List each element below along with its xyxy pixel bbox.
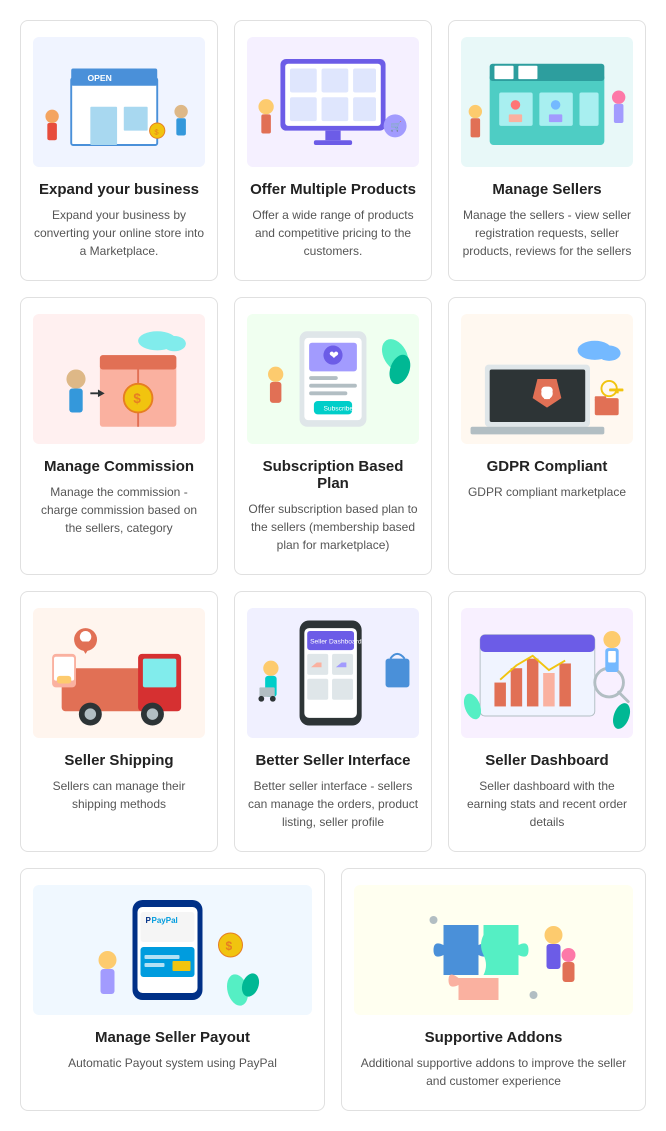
card-title-gdpr: GDPR Compliant xyxy=(461,458,633,475)
card-offer-products: 🛒 Offer Multiple Products Offer a wide r… xyxy=(234,20,432,281)
card-desc-sellers: Manage the sellers - view seller registr… xyxy=(461,206,633,260)
card-title-expand: Expand your business xyxy=(33,181,205,198)
card-desc-commission: Manage the commission - charge commissio… xyxy=(33,483,205,537)
svg-text:PayPal: PayPal xyxy=(152,916,178,925)
card-gdpr: GDPR Compliant GDPR compliant marketplac… xyxy=(448,297,646,575)
card-image-products: 🛒 xyxy=(247,37,419,167)
card-image-dashboard xyxy=(461,608,633,738)
card-manage-payout: P PayPal $ Mana xyxy=(20,868,325,1111)
svg-text:Seller Dashboard: Seller Dashboard xyxy=(310,638,362,645)
svg-text:BUY: BUY xyxy=(79,90,93,97)
card-manage-sellers: Manage Sellers Manage the sellers - view… xyxy=(448,20,646,281)
card-manage-commission: $ Manage Commission Manage the commissio… xyxy=(20,297,218,575)
card-desc-addons: Additional supportive addons to improve … xyxy=(354,1054,633,1090)
card-desc-expand: Expand your business by converting your … xyxy=(33,206,205,260)
card-seller-dashboard: Seller Dashboard Seller dashboard with t… xyxy=(448,591,646,852)
card-desc-products: Offer a wide range of products and compe… xyxy=(247,206,419,260)
card-image-addons xyxy=(354,885,633,1015)
card-image-expand: OPEN BUY $ xyxy=(33,37,205,167)
card-desc-shipping: Sellers can manage their shipping method… xyxy=(33,777,205,813)
card-desc-interface: Better seller interface - sellers can ma… xyxy=(247,777,419,831)
svg-text:OPEN: OPEN xyxy=(87,73,111,83)
card-expand-business: OPEN BUY $ Expand your business Expand y… xyxy=(20,20,218,281)
card-title-subscription: Subscription Based Plan xyxy=(247,458,419,492)
card-image-interface: Seller Dashboard xyxy=(247,608,419,738)
svg-text:🛒: 🛒 xyxy=(390,121,402,133)
card-title-sellers: Manage Sellers xyxy=(461,181,633,198)
card-desc-subscription: Offer subscription based plan to the sel… xyxy=(247,500,419,554)
svg-text:❤: ❤ xyxy=(329,350,339,362)
svg-text:Subscribe: Subscribe xyxy=(323,406,353,413)
card-supportive-addons: Supportive Addons Additional supportive … xyxy=(341,868,646,1111)
card-desc-dashboard: Seller dashboard with the earning stats … xyxy=(461,777,633,831)
card-image-payout: P PayPal $ xyxy=(33,885,312,1015)
card-image-commission: $ xyxy=(33,314,205,444)
card-title-products: Offer Multiple Products xyxy=(247,181,419,198)
card-seller-shipping: Seller Shipping Sellers can manage their… xyxy=(20,591,218,852)
features-grid-bottom: P PayPal $ Mana xyxy=(20,868,646,1111)
main-container: OPEN BUY $ Expand your business Expand y… xyxy=(20,20,646,1111)
features-grid: OPEN BUY $ Expand your business Expand y… xyxy=(20,20,646,852)
card-title-addons: Supportive Addons xyxy=(354,1029,633,1046)
card-desc-gdpr: GDPR compliant marketplace xyxy=(461,483,633,501)
card-better-interface: Seller Dashboard xyxy=(234,591,432,852)
svg-text:$: $ xyxy=(133,391,141,406)
card-image-gdpr xyxy=(461,314,633,444)
card-desc-payout: Automatic Payout system using PayPal xyxy=(33,1054,312,1072)
card-title-interface: Better Seller Interface xyxy=(247,752,419,769)
card-image-shipping xyxy=(33,608,205,738)
card-image-sellers xyxy=(461,37,633,167)
svg-text:$: $ xyxy=(154,127,159,136)
card-image-subscription: ❤ Subscribe xyxy=(247,314,419,444)
card-title-shipping: Seller Shipping xyxy=(33,752,205,769)
card-title-commission: Manage Commission xyxy=(33,458,205,475)
svg-text:$: $ xyxy=(226,939,233,953)
card-title-dashboard: Seller Dashboard xyxy=(461,752,633,769)
card-subscription: ❤ Subscribe Subscription Based Plan Offe… xyxy=(234,297,432,575)
card-title-payout: Manage Seller Payout xyxy=(33,1029,312,1046)
